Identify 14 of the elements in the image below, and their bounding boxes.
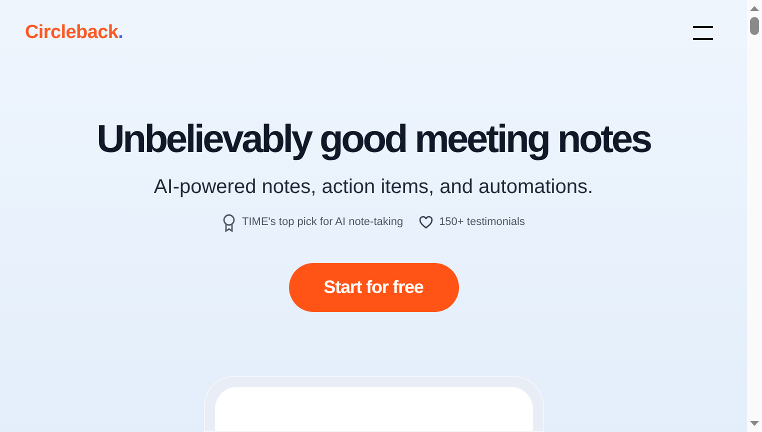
scroll-thumb[interactable]	[750, 17, 759, 35]
badge-text: 150+ testimonials	[439, 215, 525, 230]
logo-dot: .	[118, 21, 124, 45]
badge-text: TIME's top pick for AI note-taking	[242, 215, 404, 230]
scroll-down-icon[interactable]	[750, 421, 759, 426]
start-button[interactable]: Start for free	[288, 262, 458, 312]
menu-button[interactable]	[693, 26, 713, 40]
scrollbar[interactable]	[747, 0, 762, 432]
heart-icon	[419, 216, 434, 229]
hero-subtitle: AI-powered notes, action items, and automations.	[154, 174, 594, 200]
ribbon-icon	[222, 214, 236, 232]
scroll-up-icon[interactable]	[750, 6, 759, 11]
logo[interactable]: Circleback	[25, 19, 118, 48]
hero-title: Unbelievably good meeting notes	[96, 116, 650, 162]
